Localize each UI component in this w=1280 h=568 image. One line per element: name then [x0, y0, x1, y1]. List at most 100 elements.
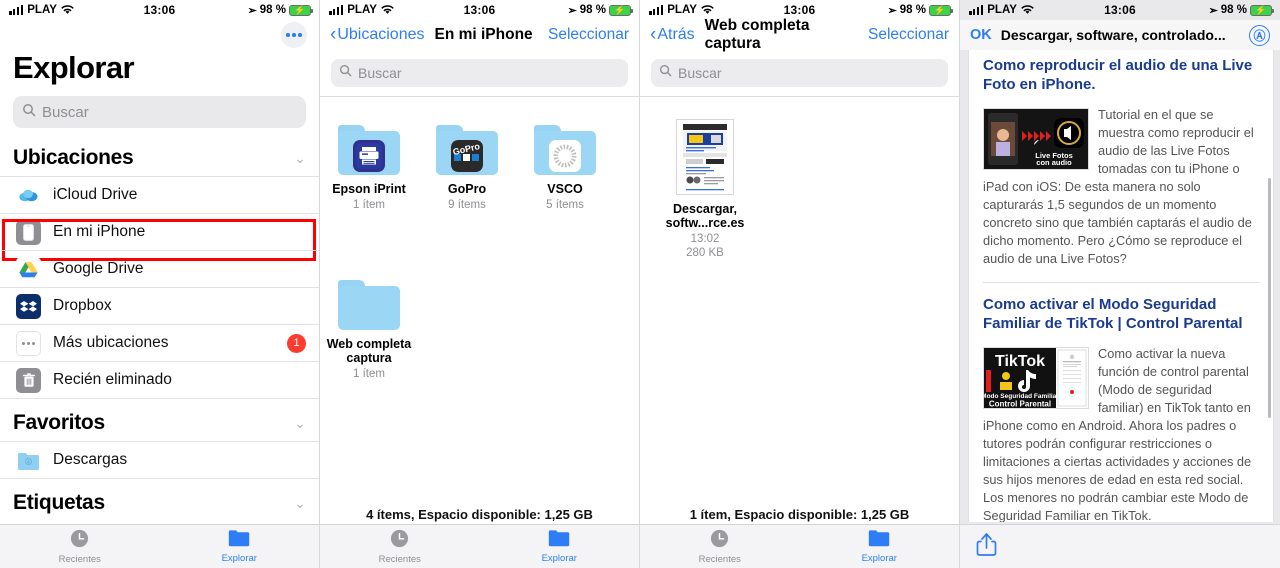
tab-explorar[interactable]: Explorar	[800, 529, 960, 564]
reader-content[interactable]: Como reproducir el audio de una Live Fot…	[968, 50, 1274, 522]
back-button[interactable]: ‹ Ubicaciones	[330, 25, 424, 44]
section-header-etiquetas[interactable]: Etiquetas ⌄	[0, 479, 319, 521]
battery-charging-icon: ⚡	[1250, 4, 1274, 16]
item-count-label: 4 ítems, Espacio disponible: 1,25 GB	[366, 507, 593, 522]
sidebar-item-dropbox[interactable]: Dropbox	[0, 287, 319, 324]
plain-folder-icon	[534, 125, 596, 175]
search-placeholder: Buscar	[358, 65, 402, 81]
tiktok-thumbnail: TikTok Modo Seguridad Familiar Control P…	[983, 347, 1089, 409]
battery-percent-label: 98 %	[579, 4, 606, 16]
sidebar-item-label: Google Drive	[53, 260, 144, 277]
article-title[interactable]: Como reproducir el audio de una Live Fot…	[983, 56, 1259, 94]
section-header-ubicaciones[interactable]: Ubicaciones ⌄	[0, 142, 319, 176]
downloads-folder-icon	[16, 448, 41, 473]
plain-folder-icon	[338, 280, 400, 330]
chevron-down-icon[interactable]: ⌄	[294, 415, 306, 432]
sidebar-item-google-drive[interactable]: Google Drive	[0, 250, 319, 287]
sidebar-item-recien-eliminado[interactable]: Recién eliminado	[0, 361, 319, 398]
folder-item[interactable]: VSCO 5 ítems	[516, 117, 614, 212]
folder-icon	[868, 529, 890, 552]
live-photo-thumbnail: Live Fotos con audio	[983, 108, 1089, 170]
clock-icon	[70, 529, 89, 553]
scrollbar[interactable]	[1268, 178, 1271, 418]
page-title: Descargar, software, controlado...	[1000, 27, 1226, 43]
article-title[interactable]: Como activar el Modo Seguridad Familiar …	[983, 295, 1259, 333]
location-arrow-icon: ➢	[1208, 4, 1218, 17]
sidebar-item-label: Dropbox	[53, 297, 112, 314]
vsco-app-icon	[549, 140, 581, 172]
folder-item[interactable]: Epson iPrint 1 ítem	[320, 117, 418, 212]
file-time: 13:02	[690, 233, 720, 245]
search-input[interactable]: Buscar	[13, 96, 306, 128]
status-bar-right: ➢ 98 % ⚡	[567, 4, 633, 17]
location-arrow-icon: ➢	[567, 4, 577, 17]
chevron-down-icon[interactable]: ⌄	[294, 495, 306, 512]
file-item[interactable]: Descargar, softw...rce.es 13:02 280 KB	[656, 111, 754, 260]
status-bar: PLAY 13:06 ➢ 98 % ⚡	[320, 0, 639, 20]
clock-icon	[390, 529, 409, 553]
epson-iprint-app-icon	[353, 140, 385, 172]
tab-explorar[interactable]: Explorar	[160, 529, 320, 564]
folder-meta: 1 ítem	[353, 368, 385, 380]
battery-charging-icon: ⚡	[609, 4, 633, 16]
folder-meta: 9 ítems	[448, 199, 486, 211]
safari-toolbar	[960, 524, 1280, 568]
sidebar-item-label: Descargas	[53, 451, 128, 468]
sidebar-item-icloud-drive[interactable]: iCloud Drive	[0, 176, 319, 213]
status-badge: 1	[287, 333, 306, 353]
status-bar-right: ➢ 98 % ⚡	[1208, 4, 1274, 17]
panel-safari-reader: PLAY 13:06 ➢ 98 % ⚡ OK Descargar, softwa…	[960, 0, 1280, 568]
sidebar-item-en-mi-iphone[interactable]: En mi iPhone	[0, 213, 319, 250]
search-placeholder: Buscar	[678, 65, 722, 81]
folder-icon	[548, 529, 570, 552]
folder-item[interactable]: GoPro GoPro 9 ítems	[418, 117, 516, 212]
gopro-app-icon: GoPro	[451, 140, 483, 172]
search-icon	[339, 64, 352, 82]
back-button[interactable]: ‹ Atrás	[650, 25, 695, 44]
tab-recientes[interactable]: Recientes	[320, 529, 480, 565]
status-bar-right: ➢ 98 % ⚡	[888, 4, 953, 17]
panel-web-completa-captura: PLAY 13:06 ➢ 98 % ⚡ ‹ Atrás Web completa…	[640, 0, 960, 568]
tab-recientes[interactable]: Recientes	[0, 529, 160, 565]
iphone-icon	[16, 219, 41, 245]
tab-label: Explorar	[541, 553, 577, 564]
status-bar: PLAY 13:06 ➢ 98 % ⚡	[960, 0, 1280, 20]
nav-title: En mi iPhone	[434, 26, 533, 43]
more-options-icon[interactable]	[281, 22, 307, 48]
aa-format-icon[interactable]: Ⓐ	[1249, 24, 1270, 46]
share-icon[interactable]	[976, 532, 997, 562]
clock-icon	[710, 529, 729, 553]
panel-top-bar	[0, 20, 319, 48]
tab-label: Explorar	[221, 553, 257, 564]
done-button[interactable]: OK	[970, 27, 992, 43]
select-button[interactable]: Seleccionar	[868, 26, 949, 44]
select-button[interactable]: Seleccionar	[548, 26, 629, 44]
battery-percent-label: 98 %	[1220, 4, 1247, 16]
divider	[983, 282, 1259, 283]
battery-charging-icon: ⚡	[289, 4, 313, 16]
svg-text:Control Parental: Control Parental	[989, 400, 1051, 409]
sidebar-item-descargas[interactable]: Descargas	[0, 441, 319, 478]
file-grid: Epson iPrint 1 ítem GoPro GoPro 9 ítems	[320, 97, 639, 381]
chevron-down-icon[interactable]: ⌄	[294, 150, 306, 167]
google-drive-icon	[16, 256, 41, 282]
ellipsis-icon	[16, 330, 41, 356]
item-count-label: 1 ítem, Espacio disponible: 1,25 GB	[689, 507, 910, 522]
page-title: Explorar	[13, 50, 135, 85]
search-input[interactable]: Buscar	[651, 59, 948, 87]
folder-item[interactable]: Web completa captura 1 ítem	[320, 272, 418, 381]
section-title: Favoritos	[13, 411, 105, 434]
tab-explorar[interactable]: Explorar	[480, 529, 640, 564]
sidebar-item-mas-ubicaciones[interactable]: Más ubicaciones 1	[0, 324, 319, 361]
folder-name: GoPro	[447, 182, 487, 196]
search-input[interactable]: Buscar	[331, 59, 628, 87]
folder-icon	[228, 529, 250, 552]
tab-bar: Recientes Explorar	[0, 524, 319, 568]
status-bar-right: ➢ 98 % ⚡	[248, 4, 313, 17]
webarchive-thumbnail	[676, 119, 734, 195]
tab-recientes[interactable]: Recientes	[640, 529, 800, 565]
tab-label: Recientes	[378, 553, 421, 565]
section-header-favoritos[interactable]: Favoritos ⌄	[0, 399, 319, 441]
panel-en-mi-iphone: PLAY 13:06 ➢ 98 % ⚡ ‹ Ubicaciones En mi …	[320, 0, 640, 568]
tab-label: Recientes	[58, 553, 101, 565]
